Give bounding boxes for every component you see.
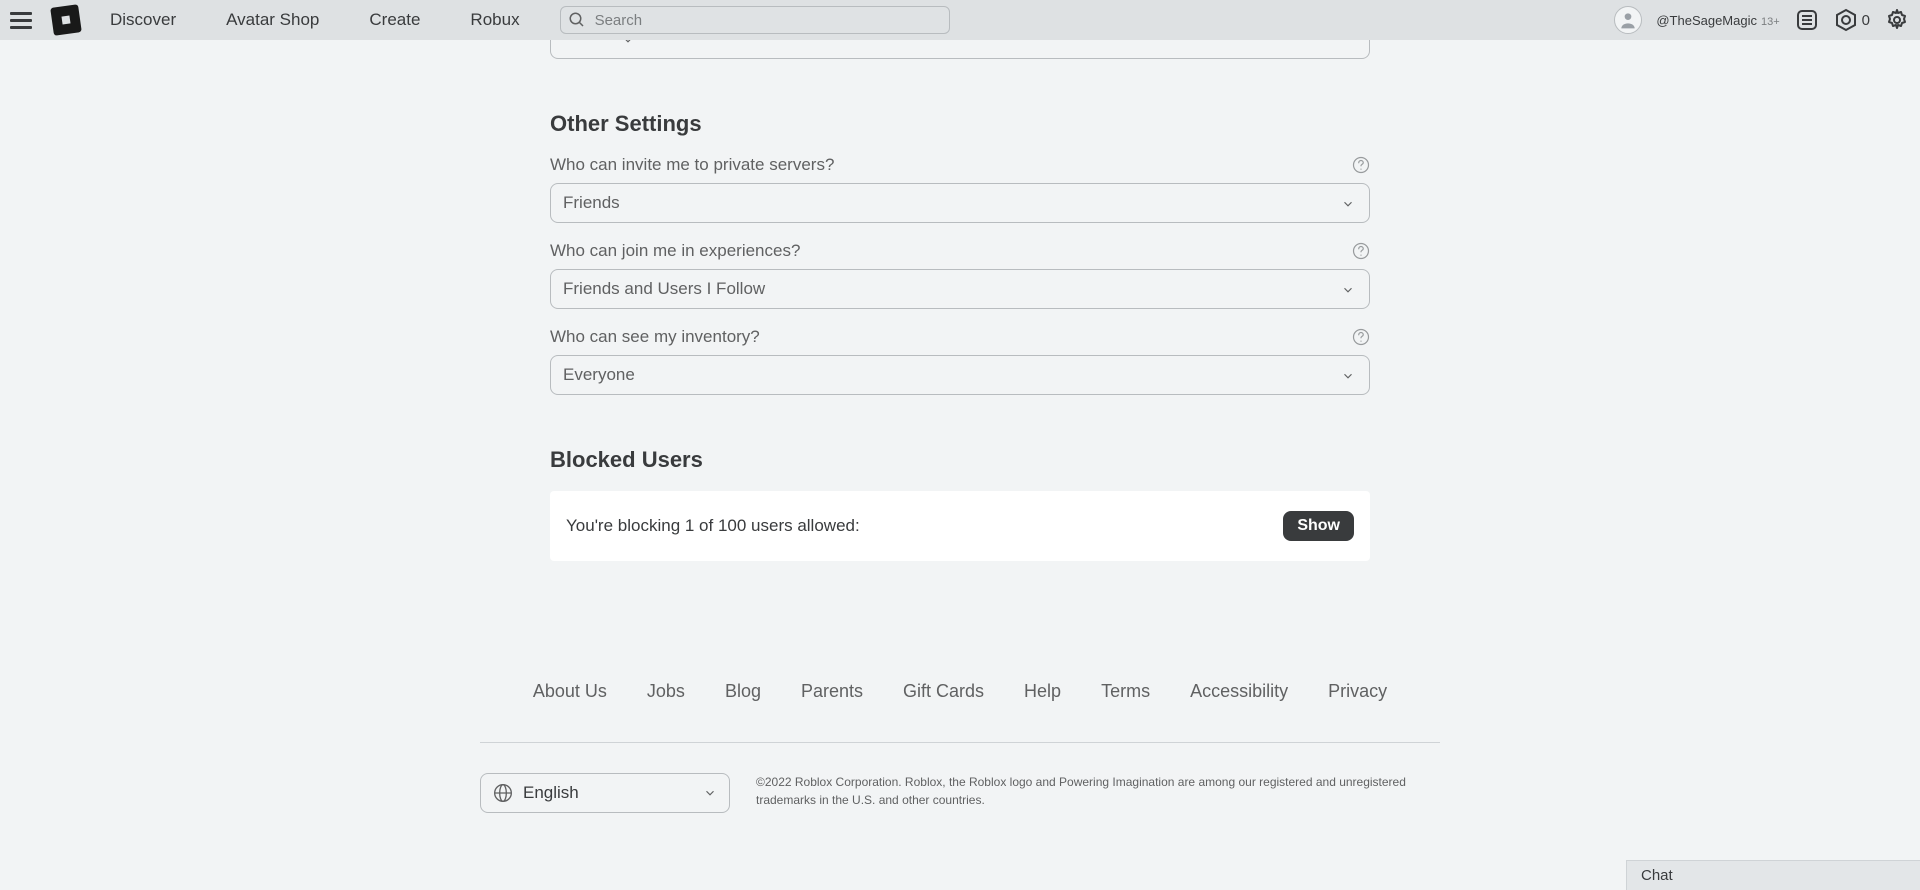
show-blocked-button[interactable]: Show	[1283, 511, 1354, 541]
footer-link-terms[interactable]: Terms	[1101, 681, 1150, 702]
footer-link-help[interactable]: Help	[1024, 681, 1061, 702]
setting-row-private-servers: Who can invite me to private servers? Fr…	[550, 155, 1370, 223]
nav-right: @TheSageMagic13+ 0	[1614, 6, 1910, 34]
footer: About Us Jobs Blog Parents Gift Cards He…	[460, 681, 1460, 853]
setting-label: Who can see my inventory?	[550, 327, 760, 347]
language-value: English	[523, 783, 579, 803]
select-join-experiences[interactable]: Friends and Users I Follow	[550, 269, 1370, 309]
search-wrap	[560, 6, 950, 34]
search-input[interactable]	[560, 6, 950, 34]
robux-balance[interactable]: 0	[1834, 8, 1870, 32]
setting-label: Who can invite me to private servers?	[550, 155, 834, 175]
notifications-icon[interactable]	[1794, 7, 1820, 33]
age-badge: 13+	[1761, 16, 1780, 28]
setting-row-inventory: Who can see my inventory? Everyone	[550, 327, 1370, 395]
chevron-down-icon	[1341, 368, 1355, 382]
select-value: Everyone	[563, 365, 635, 385]
top-nav: Discover Avatar Shop Create Robux @TheSa…	[0, 0, 1920, 40]
username-link[interactable]: @TheSageMagic13+	[1656, 13, 1779, 28]
avatar[interactable]	[1614, 6, 1642, 34]
blocked-users-card: You're blocking 1 of 100 users allowed: …	[550, 491, 1370, 561]
roblox-logo[interactable]	[50, 4, 82, 36]
chat-bar[interactable]: Chat	[1626, 860, 1920, 890]
nav-link-discover[interactable]: Discover	[110, 10, 176, 30]
nav-links: Discover Avatar Shop Create Robux	[110, 10, 520, 30]
chevron-down-icon	[1341, 282, 1355, 296]
section-heading-other-settings: Other Settings	[550, 111, 1370, 137]
footer-link-accessibility[interactable]: Accessibility	[1190, 681, 1288, 702]
search-icon	[568, 11, 586, 29]
chevron-down-icon	[703, 786, 717, 800]
section-heading-blocked-users: Blocked Users	[550, 447, 1370, 473]
footer-link-privacy[interactable]: Privacy	[1328, 681, 1387, 702]
settings-gear-icon[interactable]	[1884, 7, 1910, 33]
footer-divider	[480, 742, 1440, 743]
copyright-text: ©2022 Roblox Corporation. Roblox, the Ro…	[756, 773, 1436, 809]
footer-bottom: English ©2022 Roblox Corporation. Roblox…	[480, 773, 1440, 813]
select-previous-setting[interactable]: Everyone	[550, 39, 1370, 59]
footer-link-jobs[interactable]: Jobs	[647, 681, 685, 702]
settings-content: Everyone Other Settings Who can invite m…	[550, 39, 1370, 621]
select-value: Friends	[563, 193, 620, 213]
chat-label: Chat	[1641, 867, 1673, 884]
chevron-down-icon	[621, 39, 635, 46]
robux-count: 0	[1862, 12, 1870, 29]
select-value: Friends and Users I Follow	[563, 279, 765, 299]
globe-icon	[493, 783, 513, 803]
nav-link-robux[interactable]: Robux	[470, 10, 519, 30]
footer-links: About Us Jobs Blog Parents Gift Cards He…	[480, 681, 1440, 702]
select-inventory[interactable]: Everyone	[550, 355, 1370, 395]
setting-row-join-experiences: Who can join me in experiences? Friends …	[550, 241, 1370, 309]
language-select[interactable]: English	[480, 773, 730, 813]
hamburger-menu-icon[interactable]	[10, 6, 38, 34]
footer-link-blog[interactable]: Blog	[725, 681, 761, 702]
chevron-down-icon	[1341, 196, 1355, 210]
select-private-servers[interactable]: Friends	[550, 183, 1370, 223]
help-icon[interactable]	[1352, 328, 1370, 346]
blocked-users-text: You're blocking 1 of 100 users allowed:	[566, 516, 860, 536]
page: Everyone Other Settings Who can invite m…	[0, 0, 1920, 853]
footer-link-about-us[interactable]: About Us	[533, 681, 607, 702]
footer-link-gift-cards[interactable]: Gift Cards	[903, 681, 984, 702]
nav-link-avatar-shop[interactable]: Avatar Shop	[226, 10, 319, 30]
nav-link-create[interactable]: Create	[369, 10, 420, 30]
help-icon[interactable]	[1352, 156, 1370, 174]
setting-label: Who can join me in experiences?	[550, 241, 800, 261]
footer-link-parents[interactable]: Parents	[801, 681, 863, 702]
help-icon[interactable]	[1352, 242, 1370, 260]
